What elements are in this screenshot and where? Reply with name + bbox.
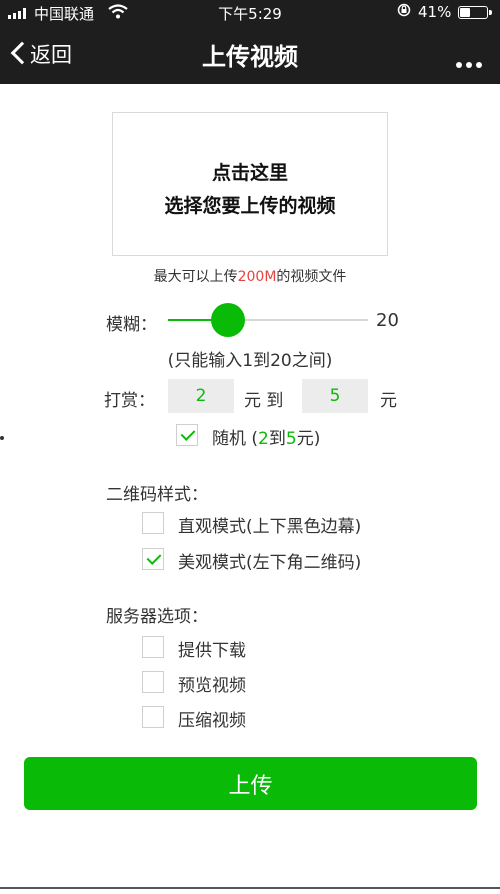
- qr-option-label: 直观模式(上下黑色边幕): [178, 517, 362, 537]
- top-bar: 中国联通 下午5:29 41% 返回 上传视频: [0, 0, 500, 84]
- random-checkbox[interactable]: [176, 424, 198, 446]
- battery-icon: [458, 6, 492, 19]
- random-max: 5: [285, 429, 297, 449]
- qr-option-label: 美观模式(左下角二维码): [178, 553, 362, 573]
- server-options-heading: 服务器选项：: [106, 607, 208, 627]
- blur-slider[interactable]: [168, 303, 368, 337]
- hint-suffix: 的视频文件: [276, 269, 347, 285]
- select-video-line2: 选择您要上传的视频: [164, 195, 336, 217]
- reward-max-input[interactable]: [302, 379, 368, 413]
- hint-prefix: 最大可以上传: [153, 269, 238, 285]
- server-option-label: 预览视频: [178, 676, 246, 696]
- blur-slider-knob[interactable]: [211, 303, 245, 337]
- reward-yuan-to: 元 到: [244, 391, 284, 411]
- blur-value: 20: [376, 310, 399, 331]
- server-option-label: 提供下载: [178, 641, 246, 661]
- stray-dot: [0, 436, 4, 440]
- hint-size: 200M: [237, 269, 277, 285]
- random-label: 随机 (2到5元): [212, 424, 320, 449]
- nav-bar: 返回 上传视频: [0, 26, 500, 84]
- more-dot-icon: [456, 62, 462, 68]
- bottom-divider: [0, 887, 500, 889]
- reward-yuan: 元: [380, 391, 397, 411]
- upload-size-hint: 最大可以上传200M的视频文件: [0, 266, 500, 286]
- blur-range-note: (只能输入1到20之间): [167, 351, 333, 371]
- blur-label: 模糊：: [106, 315, 157, 335]
- status-bar: 中国联通 下午5:29 41%: [0, 0, 500, 26]
- qr-style-heading: 二维码样式：: [106, 485, 208, 505]
- random-text: 随机 (: [212, 429, 259, 449]
- page-title: 上传视频: [202, 43, 298, 71]
- video-select-area[interactable]: 点击这里 选择您要上传的视频: [112, 112, 388, 256]
- server-option-checkbox[interactable]: [142, 636, 164, 658]
- random-to: 到: [268, 429, 286, 449]
- more-dot-icon: [476, 62, 482, 68]
- reward-min-input[interactable]: [168, 379, 234, 413]
- reward-label: 打赏：: [104, 391, 155, 411]
- server-option-label: 压缩视频: [178, 711, 246, 731]
- qr-option-checkbox[interactable]: [142, 548, 164, 570]
- server-option-checkbox[interactable]: [142, 671, 164, 693]
- upload-button[interactable]: 上传: [24, 757, 477, 810]
- battery-percent: 41%: [418, 3, 452, 21]
- server-option-checkbox[interactable]: [142, 706, 164, 728]
- random-min: 2: [258, 429, 269, 449]
- more-button[interactable]: [452, 53, 482, 72]
- qr-option-checkbox[interactable]: [142, 512, 164, 534]
- rotation-lock-icon: [397, 3, 411, 21]
- select-video-line1: 点击这里: [211, 162, 288, 184]
- more-dot-icon: [466, 62, 472, 68]
- random-suffix: 元): [296, 429, 321, 449]
